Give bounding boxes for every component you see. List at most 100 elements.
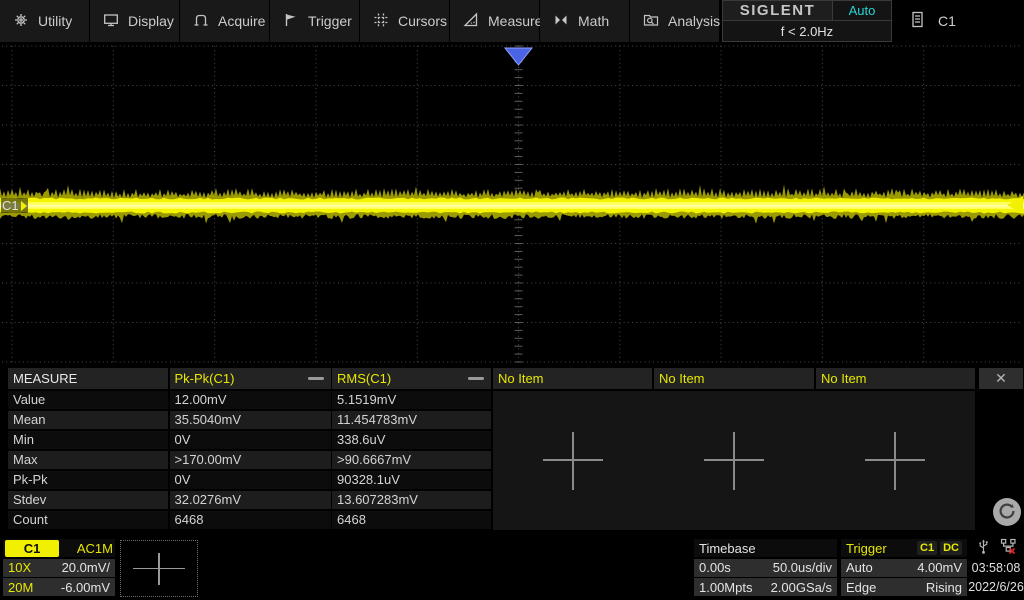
menu-item-label: Utility — [38, 13, 72, 29]
menu-item-label: Trigger — [308, 13, 352, 29]
close-measure-button[interactable]: ✕ — [979, 368, 1023, 389]
trigger-frequency-readout: f < 2.0Hz — [722, 21, 892, 42]
acquisition-mode-badge[interactable]: Auto — [833, 0, 892, 21]
timebase-descriptor[interactable]: Timebase 0.00s 50.0us/div 1.00Mpts 2.00G… — [694, 539, 837, 596]
measure-row-label: Value — [8, 391, 168, 410]
measure-value: 0V — [170, 431, 331, 450]
measure-value: 338.6uV — [332, 431, 491, 450]
measure-row-label: Mean — [8, 411, 168, 430]
system-status: 03:58:08 2022/6/26 — [969, 539, 1023, 597]
trigger-mode: Auto — [846, 560, 873, 575]
menu-item-acquire[interactable]: Acquire — [180, 0, 269, 42]
trigger-title: Trigger — [846, 541, 887, 556]
measure-row-label: Min — [8, 431, 168, 450]
measure-col-header-empty[interactable]: No Item — [654, 368, 814, 389]
measure-value: >170.00mV — [170, 451, 331, 470]
measure-table: MEASURE Pk-Pk(C1) RMS(C1) Value 12.00mV … — [8, 368, 491, 529]
measure-value: 5.1519mV — [332, 391, 491, 410]
channel-coupling: AC1M — [77, 541, 113, 556]
measure-panel: MEASURE Pk-Pk(C1) RMS(C1) Value 12.00mV … — [0, 365, 1024, 537]
measure-row-label: Pk-Pk — [8, 471, 168, 490]
waveform-display[interactable]: C1 — [0, 42, 1024, 365]
measure-col-header-empty[interactable]: No Item — [493, 368, 652, 389]
bandwidth-limit: 20M — [8, 580, 33, 595]
timebase-title: Timebase — [699, 541, 756, 556]
measure-value: 35.5040mV — [170, 411, 331, 430]
measure-value: 12.00mV — [170, 391, 331, 410]
menu-item-analysis[interactable]: Analysis — [630, 0, 719, 42]
math-icon — [553, 12, 569, 31]
menu-item-cursors[interactable]: Cursors — [360, 0, 449, 42]
trigger-slope: Rising — [926, 580, 962, 595]
trigger-flag-icon — [283, 12, 299, 31]
trigger-descriptor[interactable]: Trigger C1 DC Auto 4.00mV Edge Rising — [841, 539, 967, 596]
measure-value: 11.454783mV — [332, 411, 491, 430]
trigger-level: 4.00mV — [917, 560, 962, 575]
plus-icon — [543, 432, 603, 490]
menu-item-math[interactable]: Math — [540, 0, 629, 42]
close-icon: ✕ — [995, 370, 1007, 387]
sample-rate: 2.00GSa/s — [771, 580, 832, 595]
menu-item-measure[interactable]: Measure — [450, 0, 539, 42]
measure-value: 6468 — [332, 511, 491, 530]
channel-list-button[interactable]: C1 — [910, 0, 956, 42]
menu-item-label: Measure — [488, 13, 542, 29]
menu-item-label: Cursors — [398, 13, 447, 29]
measure-value: 6468 — [170, 511, 331, 530]
measure-icon — [463, 12, 479, 31]
add-channel-button[interactable] — [120, 540, 198, 597]
channel1-badge: C1 — [5, 540, 59, 557]
measure-col-header-pkpk[interactable]: Pk-Pk(C1) — [170, 368, 331, 389]
trigger-source-badge: C1 — [917, 541, 937, 555]
channel-offset-marker[interactable]: C1 — [1, 198, 28, 213]
measure-row-label: Count — [8, 511, 168, 530]
plus-icon — [133, 553, 185, 585]
lan-disconnected-icon — [1000, 538, 1017, 561]
measure-value: >90.6667mV — [332, 451, 491, 470]
remove-measure-icon[interactable] — [308, 377, 324, 380]
menu-item-trigger[interactable]: Trigger — [270, 0, 359, 42]
trigger-coupling-badge: DC — [940, 541, 962, 555]
measure-empty-columns: No Item No Item No Item — [493, 368, 975, 530]
display-icon — [103, 12, 119, 31]
measure-value: 13.607283mV — [332, 491, 491, 510]
add-measure-button[interactable] — [814, 391, 975, 530]
measure-row-label: Stdev — [8, 491, 168, 510]
refresh-icon — [997, 501, 1017, 524]
clock-time: 03:58:08 — [972, 559, 1021, 578]
channel-arrow-icon — [21, 201, 27, 211]
trigger-type: Edge — [846, 580, 876, 595]
acquire-icon — [193, 12, 209, 31]
vertical-offset: -6.00mV — [61, 580, 110, 595]
trigger-status-panel: SIGLENT Auto f < 2.0Hz — [722, 0, 892, 42]
measure-col-header-rms[interactable]: RMS(C1) — [332, 368, 491, 389]
timebase-scale: 50.0us/div — [773, 560, 832, 575]
menu-item-label: Acquire — [218, 13, 265, 29]
add-measure-button[interactable] — [654, 391, 815, 530]
refresh-gesture-button[interactable] — [993, 498, 1021, 526]
list-icon — [910, 11, 925, 31]
channel-select-label: C1 — [938, 13, 956, 29]
remove-measure-icon[interactable] — [468, 377, 484, 380]
measure-value: 90328.1uV — [332, 471, 491, 490]
measure-value: 0V — [170, 471, 331, 490]
plus-icon — [704, 432, 764, 490]
oscilloscope-screen: Utility Display Acquire Trigger Cursors … — [0, 0, 1024, 600]
probe-attenuation: 10X — [8, 560, 31, 575]
analysis-icon — [643, 12, 659, 31]
waveform-graticule — [0, 42, 1024, 365]
menu-item-display[interactable]: Display — [90, 0, 179, 42]
measure-col-header-empty[interactable]: No Item — [816, 368, 975, 389]
plus-icon — [865, 432, 925, 490]
menu-item-label: Analysis — [668, 13, 720, 29]
menu-item-label: Math — [578, 13, 609, 29]
menu-item-label: Display — [128, 13, 174, 29]
cursors-icon — [373, 12, 389, 31]
measure-value: 32.0276mV — [170, 491, 331, 510]
trigger-position-marker[interactable] — [505, 48, 532, 65]
vertical-scale: 20.0mV/ — [62, 560, 110, 575]
add-measure-button[interactable] — [493, 391, 654, 530]
channel1-descriptor[interactable]: C1 AC1M 10X 20.0mV/ 20M -6.00mV — [3, 539, 115, 596]
menu-item-utility[interactable]: Utility — [0, 0, 89, 42]
timebase-delay: 0.00s — [699, 560, 731, 575]
